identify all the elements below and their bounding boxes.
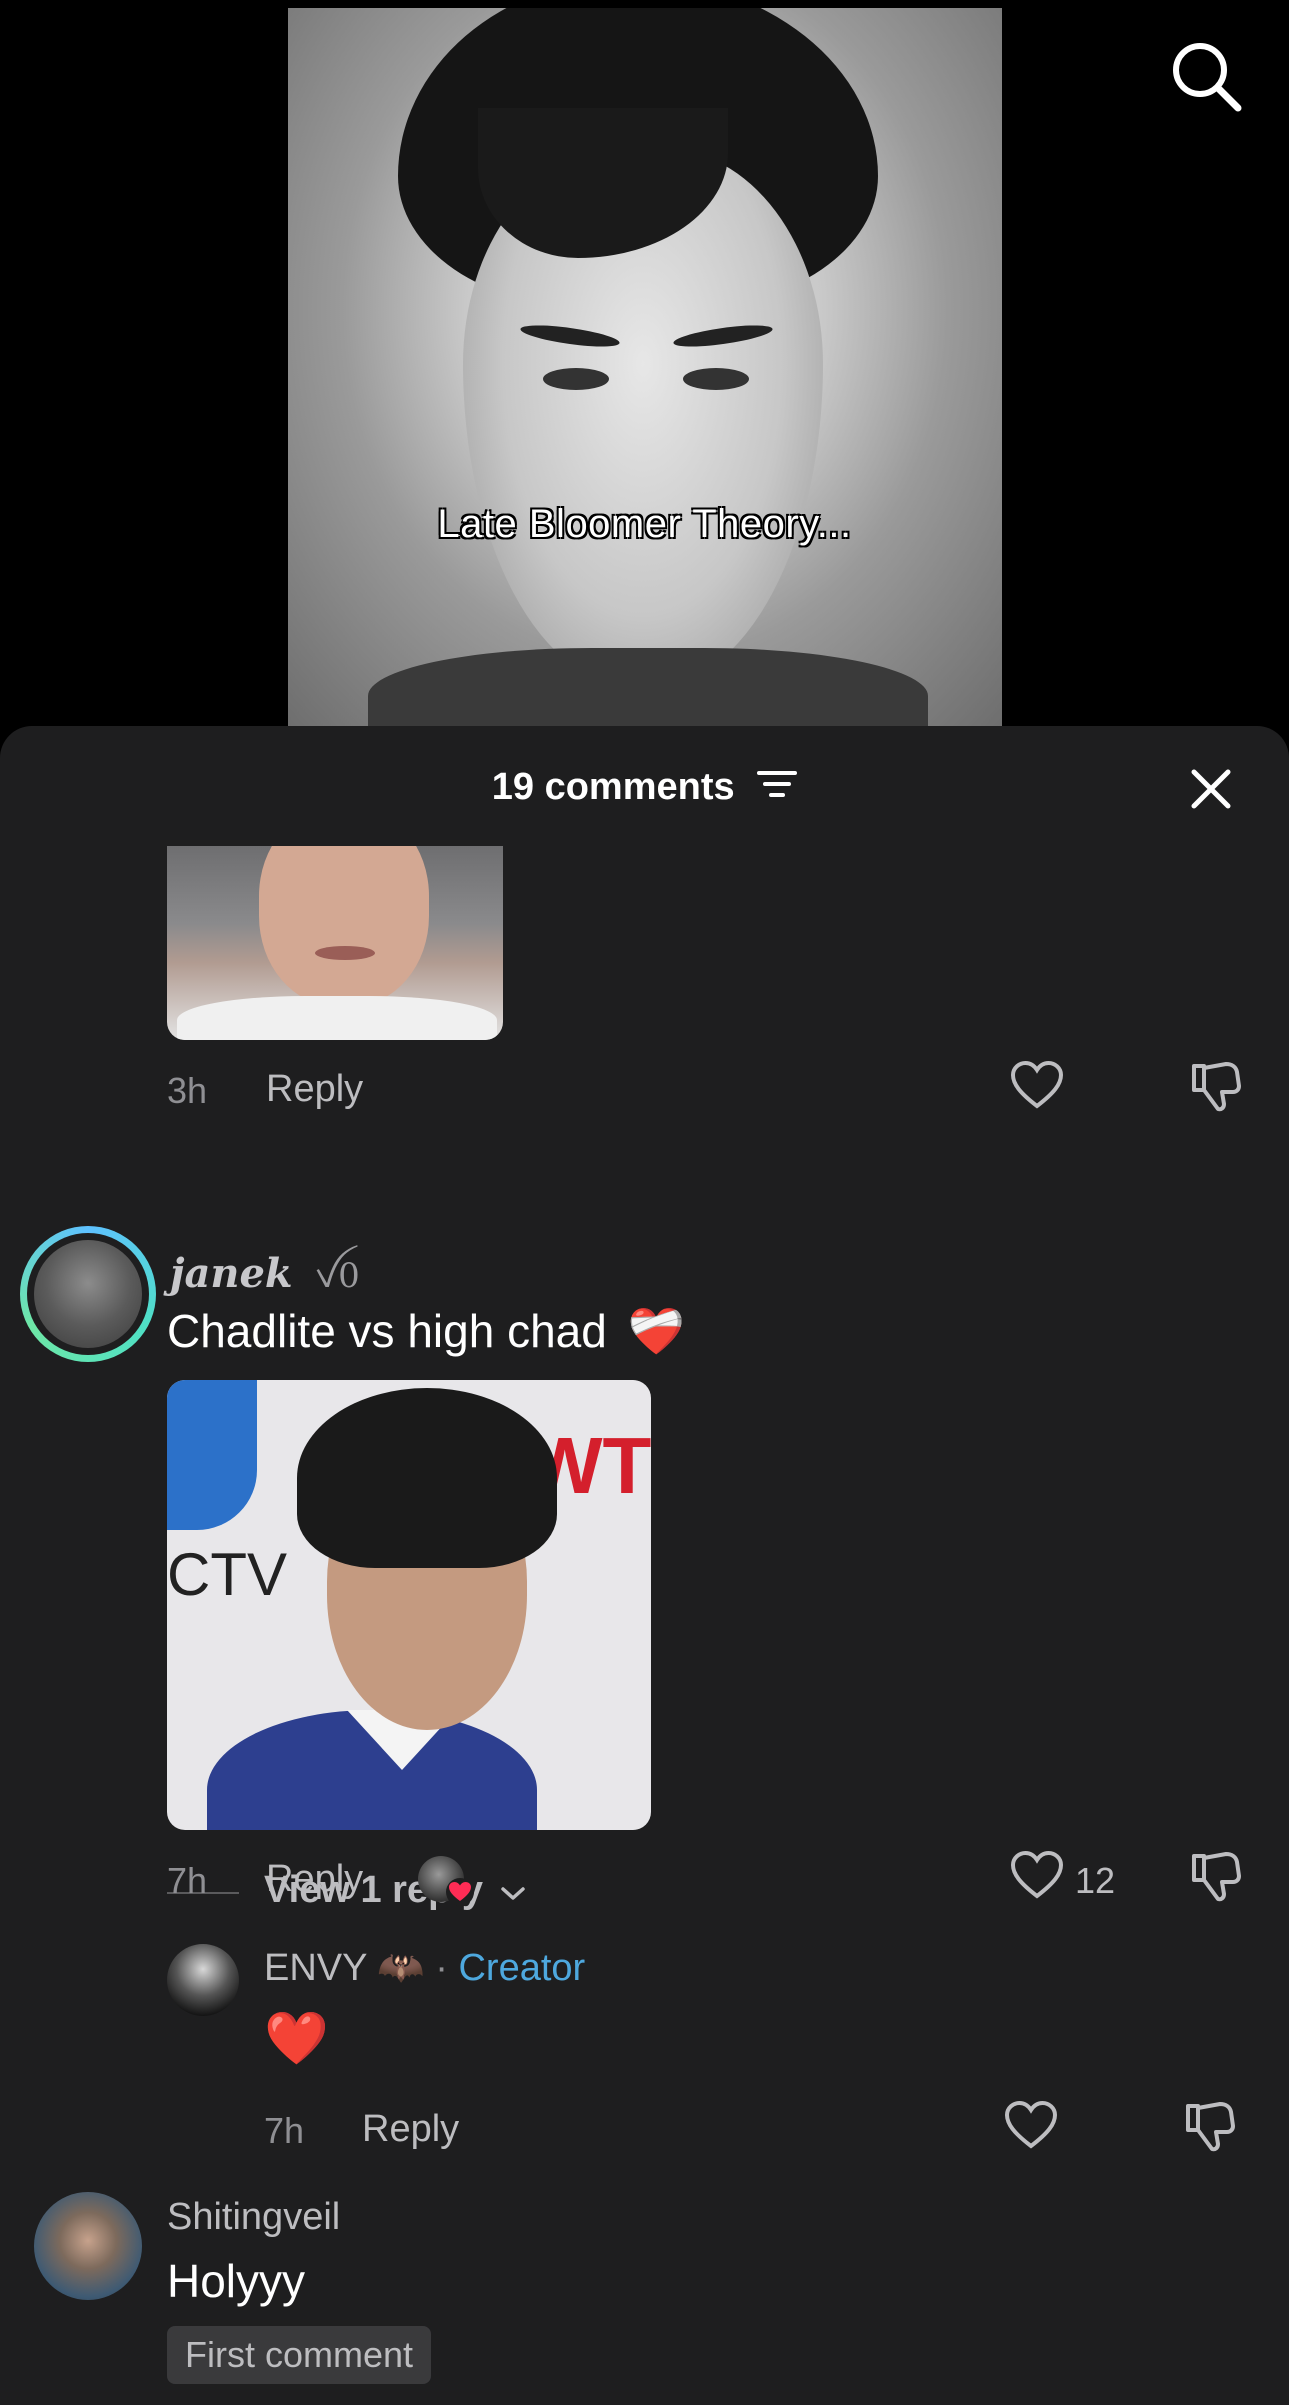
comment-image[interactable]: CTV WTI — [167, 1380, 651, 1830]
comment-image[interactable] — [167, 846, 503, 1040]
video-player[interactable]: Late Bloomer Theory... — [0, 0, 1289, 726]
reply-button[interactable]: Reply — [266, 1858, 363, 1901]
comments-count[interactable]: 19 comments — [0, 766, 1289, 811]
mending-heart-emoji: ❤️‍🩹 — [627, 1305, 685, 1357]
like-count: 12 — [1075, 1860, 1116, 1901]
video-thumbnail — [288, 8, 1002, 726]
bat-emoji: 🦇 — [377, 1947, 425, 1989]
heart-icon[interactable] — [1004, 2100, 1058, 2155]
dislike-icon[interactable] — [1184, 2100, 1236, 2159]
filter-icon[interactable] — [757, 767, 798, 811]
video-caption: Late Bloomer Theory... — [437, 502, 852, 546]
creator-label: Creator — [458, 1947, 586, 1989]
reply-button[interactable]: Reply — [362, 2108, 459, 2151]
chevron-down-icon — [500, 1870, 526, 1913]
comments-header: 19 comments — [0, 726, 1289, 850]
close-icon[interactable] — [1186, 764, 1236, 814]
search-icon[interactable] — [1168, 38, 1244, 114]
comments-sheet: 19 comments 3h Reply View 1 reply janek … — [0, 726, 1289, 2405]
first-comment-badge: First comment — [167, 2326, 432, 2384]
avatar[interactable] — [20, 1226, 156, 1362]
creator-heart-icon — [445, 1877, 475, 1907]
reply-text: ❤️ — [264, 2010, 329, 2068]
dislike-icon[interactable] — [1190, 1060, 1242, 1119]
avatar[interactable] — [34, 2192, 142, 2300]
comment-text: Chadlite vs high chad ❤️‍🩹 — [167, 1305, 685, 1357]
dislike-icon[interactable] — [1190, 1850, 1242, 1909]
image-text-ctv: CTV — [167, 1541, 287, 1608]
avatar[interactable] — [167, 1944, 239, 2016]
reply-time: 7h — [264, 2110, 305, 2151]
app-screen: Late Bloomer Theory... 19 comments 3h Re… — [0, 0, 1289, 2405]
comment-username[interactable]: Shitingveil — [167, 2196, 340, 2239]
reply-button[interactable]: Reply — [266, 1068, 363, 1111]
reply-username[interactable]: ENVY 🦇 · Creator — [264, 1946, 585, 1990]
user-badge: ꪜ0 — [314, 1256, 360, 1296]
comments-count-label: 19 comments — [491, 766, 735, 808]
heart-icon[interactable] — [1010, 1060, 1064, 1115]
heart-icon[interactable] — [1010, 1850, 1064, 1905]
comment-time: 3h — [167, 1070, 208, 1111]
comment-time: 7h — [167, 1860, 208, 1901]
comment-text: Holyyy — [167, 2255, 306, 2307]
